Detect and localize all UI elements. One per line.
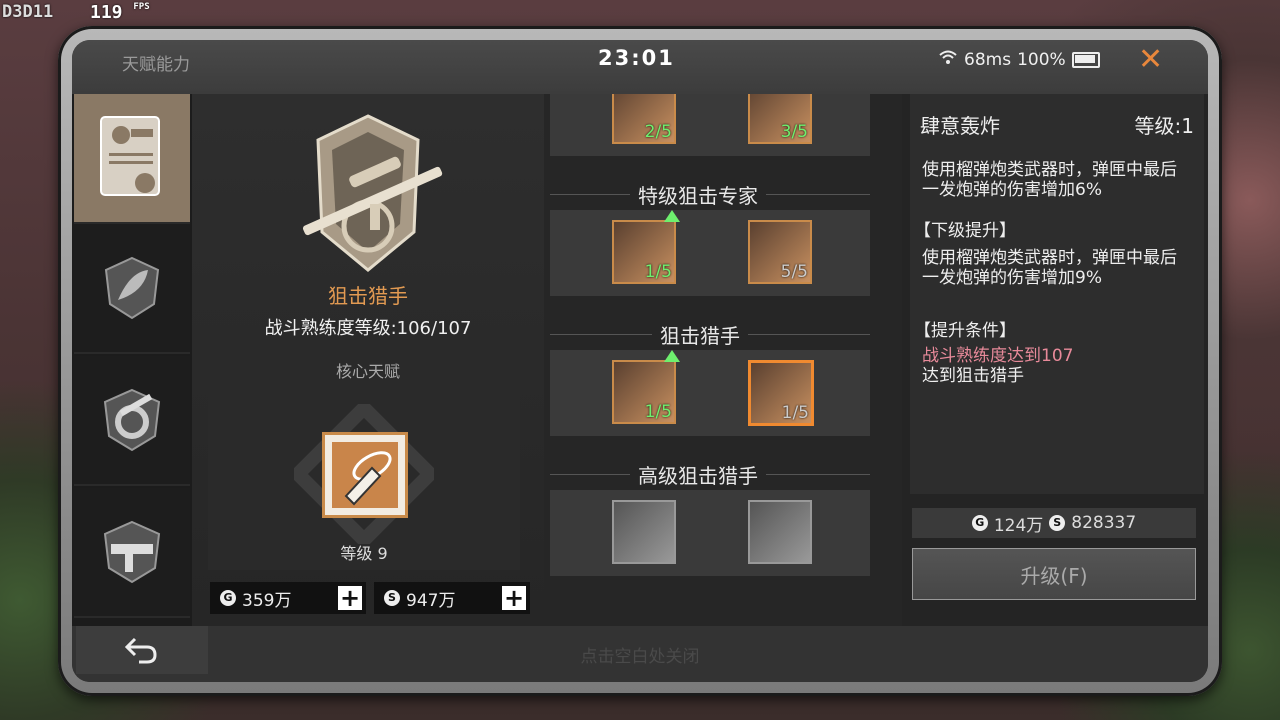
wifi-icon xyxy=(938,49,958,70)
debug-overlay: D3D11 119 FPS xyxy=(2,2,150,23)
ping-label: 68ms xyxy=(964,49,1012,70)
back-arrow-icon xyxy=(125,637,157,664)
skill-count: 5/5 xyxy=(780,262,808,282)
gold-coin-icon: G xyxy=(971,515,988,531)
talent-skill-top-1[interactable]: 2/5 xyxy=(612,94,676,144)
cost-gold: 124万 xyxy=(993,515,1044,536)
talent-tree[interactable]: 2/5 3/5 特级狙击专家 1/5 5/5 狙击猎手 1/5 1/5 高级狙击… xyxy=(544,94,900,626)
core-talent-title: 核心天赋 xyxy=(335,362,400,381)
talent-skill-1-2[interactable]: 5/5 xyxy=(748,220,812,284)
top-bar: 天赋能力 23:01 68ms 100% ✕ xyxy=(72,40,1208,94)
sidebar-item-gear-hammer[interactable] xyxy=(74,356,190,486)
certificate-icon xyxy=(100,116,160,196)
skill-count: 3/5 xyxy=(780,122,808,142)
class-panel: 狙击猎手 战斗熟练度等级:106/107 核心天赋 等级 9 G 359万 + … xyxy=(192,94,544,626)
talent-skill-2-2-selected[interactable]: 1/5 xyxy=(748,360,814,426)
next-level-heading: 【下级提升】 xyxy=(914,221,1016,241)
add-silver-button[interactable]: + xyxy=(502,586,526,610)
back-button[interactable] xyxy=(76,626,208,674)
gold-currency: G 359万 + xyxy=(210,582,366,614)
skill-detail: 肆意轰炸 等级:1 使用榴弹炮类武器时，弹匣中最后一发炮弹的伤害增加6% 【下级… xyxy=(910,94,1204,494)
silver-coin-icon: S xyxy=(1049,515,1066,531)
detail-panel: 肆意轰炸 等级:1 使用榴弹炮类武器时，弹匣中最后一发炮弹的伤害增加6% 【下级… xyxy=(902,94,1208,626)
skill-name: 肆意轰炸 xyxy=(920,114,1000,138)
leaf-shield-icon xyxy=(104,256,160,320)
talent-screen: 天赋能力 23:01 68ms 100% ✕ 狙击猎手 战斗熟练度等级:106/… xyxy=(72,40,1208,682)
battery-label: 100% xyxy=(1017,49,1066,70)
condition-proficiency: 战斗熟练度达到107 xyxy=(922,346,1074,366)
tier-box-1 xyxy=(550,210,870,296)
talent-skill-top-2[interactable]: 3/5 xyxy=(748,94,812,144)
upgrade-arrow-icon xyxy=(664,350,680,362)
sniper-emblem-icon xyxy=(302,114,443,272)
skill-count: 1/5 xyxy=(781,403,809,423)
upgrade-cost: G 124万 S 828337 xyxy=(912,508,1196,538)
tier-label-2: 狙击猎手 xyxy=(652,320,748,349)
renderer-label: D3D11 xyxy=(2,2,54,22)
proficiency-level: 战斗熟练度等级:106/107 xyxy=(264,318,472,339)
silver-coin-icon: S xyxy=(384,590,400,606)
skill-count: 1/5 xyxy=(644,262,672,282)
smg-icon xyxy=(103,520,161,584)
talent-skill-1-1[interactable]: 1/5 xyxy=(612,210,680,284)
core-talent-skill[interactable] xyxy=(322,432,408,518)
sidebar-item-smg[interactable] xyxy=(74,488,190,618)
talent-skill-3-1-locked[interactable] xyxy=(612,500,676,564)
talent-sidebar xyxy=(72,94,192,626)
tier-box-3 xyxy=(550,490,870,576)
fps-counter: 119 FPS xyxy=(90,2,150,23)
sidebar-item-certificate[interactable] xyxy=(74,94,190,224)
bottom-bar: 点击空白处关闭 xyxy=(72,626,1208,682)
core-talent-level: 等级 9 xyxy=(340,544,388,563)
grenade-shell-icon xyxy=(332,442,398,508)
talent-skill-2-1[interactable]: 1/5 xyxy=(612,350,680,424)
fps-value: 119 xyxy=(90,2,123,23)
upgrade-arrow-icon xyxy=(664,210,680,222)
tier-box-2 xyxy=(550,350,870,436)
skill-description: 使用榴弹炮类武器时，弹匣中最后一发炮弹的伤害增加6% xyxy=(922,160,1177,200)
skill-count: 1/5 xyxy=(644,402,672,422)
battery-icon xyxy=(1071,51,1100,68)
skill-count: 2/5 xyxy=(644,122,672,142)
fps-unit: FPS xyxy=(133,2,150,12)
tier-label-3: 高级狙击猎手 xyxy=(630,460,766,489)
core-talent-box: 等级 9 xyxy=(208,382,520,570)
add-gold-button[interactable]: + xyxy=(338,586,362,610)
condition-heading: 【提升条件】 xyxy=(914,321,1016,341)
upgrade-button[interactable]: 升级(F) xyxy=(912,548,1196,600)
clock: 23:01 xyxy=(598,46,675,70)
close-hint[interactable]: 点击空白处关闭 xyxy=(72,642,1208,667)
condition-class: 达到狙击猎手 xyxy=(922,366,1024,386)
silver-amount: 947万 xyxy=(406,590,456,611)
skill-level: 等级:1 xyxy=(1134,114,1194,138)
window-title: 天赋能力 xyxy=(122,55,190,75)
silver-currency: S 947万 + xyxy=(374,582,530,614)
tier-top-box xyxy=(550,94,870,156)
close-icon[interactable]: ✕ xyxy=(1138,42,1163,77)
sidebar-item-leaf[interactable] xyxy=(74,224,190,354)
cost-silver: 828337 xyxy=(1071,513,1137,533)
class-name: 狙击猎手 xyxy=(328,284,408,308)
gold-amount: 359万 xyxy=(242,590,292,611)
status-area: 68ms 100% xyxy=(938,49,1100,70)
talent-skill-3-2-locked[interactable] xyxy=(748,500,812,564)
gold-coin-icon: G xyxy=(220,590,236,606)
tier-label-1: 特级狙击专家 xyxy=(630,180,766,209)
next-level-description: 使用榴弹炮类武器时，弹匣中最后一发炮弹的伤害增加9% xyxy=(922,248,1177,288)
gear-hammer-icon xyxy=(103,388,161,452)
